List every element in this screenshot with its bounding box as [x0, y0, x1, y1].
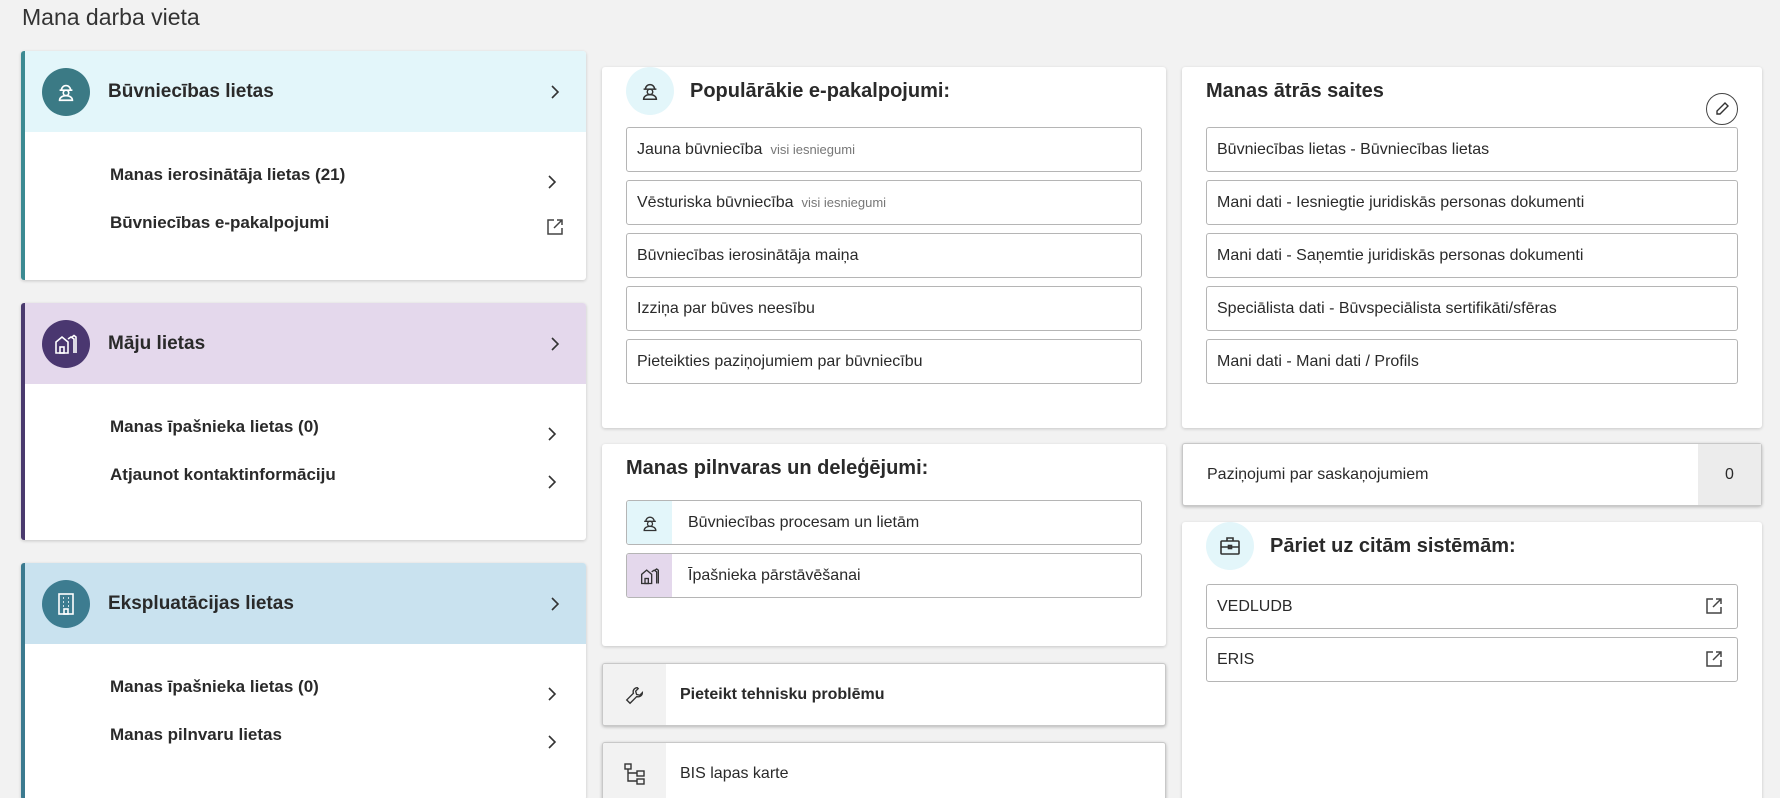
builder-icon [626, 67, 674, 115]
builder-icon [627, 501, 672, 544]
quicklinks-column: Manas ātrās saites Būvniecības lietas - … [1182, 51, 1762, 798]
build-cases-title: Būvniecības lietas [108, 80, 274, 102]
exp-owner-cases-link[interactable]: Manas īpašnieka lietas (0) [110, 672, 586, 720]
external-link-icon [1705, 597, 1723, 620]
service-link[interactable]: Vēsturiska būvniecība visi iesniegumi [626, 180, 1142, 225]
service-link[interactable]: Būvniecības ierosinātāja maiņa [626, 233, 1142, 278]
chevron-right-icon [545, 175, 559, 189]
external-link-icon [546, 216, 564, 246]
delegations-panel: Manas pilnvaras un deleģējumi: Būvniecīb… [602, 444, 1166, 646]
quicklinks-title: Manas ātrās saites [1206, 79, 1384, 102]
quicklink[interactable]: Mani dati - Saņemtie juridiskās personas… [1206, 233, 1738, 278]
quicklinks-panel: Manas ātrās saites Būvniecības lietas - … [1182, 67, 1762, 428]
build-cases-header[interactable]: Būvniecības lietas [25, 51, 586, 132]
system-link-vedludb[interactable]: VEDLUDB [1206, 584, 1738, 629]
popular-services-title: Populārākie e-pakalpojumi: [690, 79, 951, 102]
service-link[interactable]: Jauna būvniecība visi iesniegumi [626, 127, 1142, 172]
exploitation-cases-header[interactable]: Ekspluatācijas lietas [25, 563, 586, 644]
cases-column: Būvniecības lietas Manas ierosinātāja li… [21, 51, 586, 798]
authorization-cases-link[interactable]: Manas pilnvaru lietas [110, 720, 586, 768]
chevron-right-icon [548, 84, 562, 99]
builder-icon [42, 67, 90, 116]
chevron-right-icon [545, 475, 559, 489]
delegations-title: Manas pilnvaras un deleģējumi: [626, 456, 929, 479]
other-systems-panel: Pāriet uz citām sistēmām: VEDLUDB ERIS [1182, 522, 1762, 798]
exploitation-cases-card: Ekspluatācijas lietas Manas īpašnieka li… [21, 563, 586, 798]
sitemap-icon [603, 743, 666, 798]
pencil-icon [1716, 102, 1729, 115]
popular-services-panel: Populārākie e-pakalpojumi: Jauna būvniec… [602, 67, 1166, 428]
quicklink[interactable]: Būvniecības lietas - Būvniecības lietas [1206, 127, 1738, 172]
other-systems-title: Pāriet uz citām sistēmām: [1270, 534, 1516, 557]
approval-notifications-bar[interactable]: Paziņojumi par saskaņojumiem 0 [1182, 443, 1762, 506]
delegation-build-link[interactable]: Būvniecības procesam un lietām [626, 500, 1142, 545]
edit-quicklinks-button[interactable] [1706, 93, 1738, 125]
report-problem-button[interactable]: Pieteikt tehnisku problēmu [602, 663, 1166, 726]
service-link[interactable]: Pieteikties paziņojumiem par būvniecību [626, 339, 1142, 384]
update-contacts-link[interactable]: Atjaunot kontaktinformāciju [110, 460, 586, 508]
notification-count: 0 [1698, 444, 1761, 505]
page-title: Mana darba vieta [22, 4, 200, 30]
exploitation-cases-title: Ekspluatācijas lietas [108, 592, 294, 614]
house-cases-title: Māju lietas [108, 332, 206, 354]
build-eservices-link[interactable]: Būvniecības e-pakalpojumi [110, 208, 586, 256]
system-link-eris[interactable]: ERIS [1206, 637, 1738, 682]
chevron-right-icon [545, 427, 559, 441]
quicklink[interactable]: Mani dati - Iesniegtie juridiskās person… [1206, 180, 1738, 225]
chevron-right-icon [545, 687, 559, 701]
building-icon [42, 579, 90, 628]
external-link-icon [1705, 650, 1723, 673]
wrench-icon [603, 664, 666, 725]
build-cases-card: Būvniecības lietas Manas ierosinātāja li… [21, 51, 586, 280]
chevron-right-icon [545, 735, 559, 749]
initiator-cases-link[interactable]: Manas ierosinātāja lietas (21) [110, 160, 586, 208]
quicklink[interactable]: Speciālista dati - Būvspeciālista sertif… [1206, 286, 1738, 331]
services-column: Populārākie e-pakalpojumi: Jauna būvniec… [602, 51, 1166, 798]
chevron-right-icon [548, 336, 562, 351]
service-link[interactable]: Izziņa par būves neesību [626, 286, 1142, 331]
house-cases-header[interactable]: Māju lietas [25, 303, 586, 384]
sitemap-button[interactable]: BIS lapas karte [602, 742, 1166, 798]
briefcase-icon [1206, 522, 1254, 570]
delegation-owner-link[interactable]: Īpašnieka pārstāvēšanai [626, 553, 1142, 598]
houses-icon [42, 319, 90, 368]
owner-cases-link[interactable]: Manas īpašnieka lietas (0) [110, 412, 586, 460]
chevron-right-icon [548, 596, 562, 611]
houses-icon [627, 554, 672, 597]
house-cases-card: Māju lietas Manas īpašnieka lietas (0) A… [21, 303, 586, 540]
quicklink[interactable]: Mani dati - Mani dati / Profils [1206, 339, 1738, 384]
